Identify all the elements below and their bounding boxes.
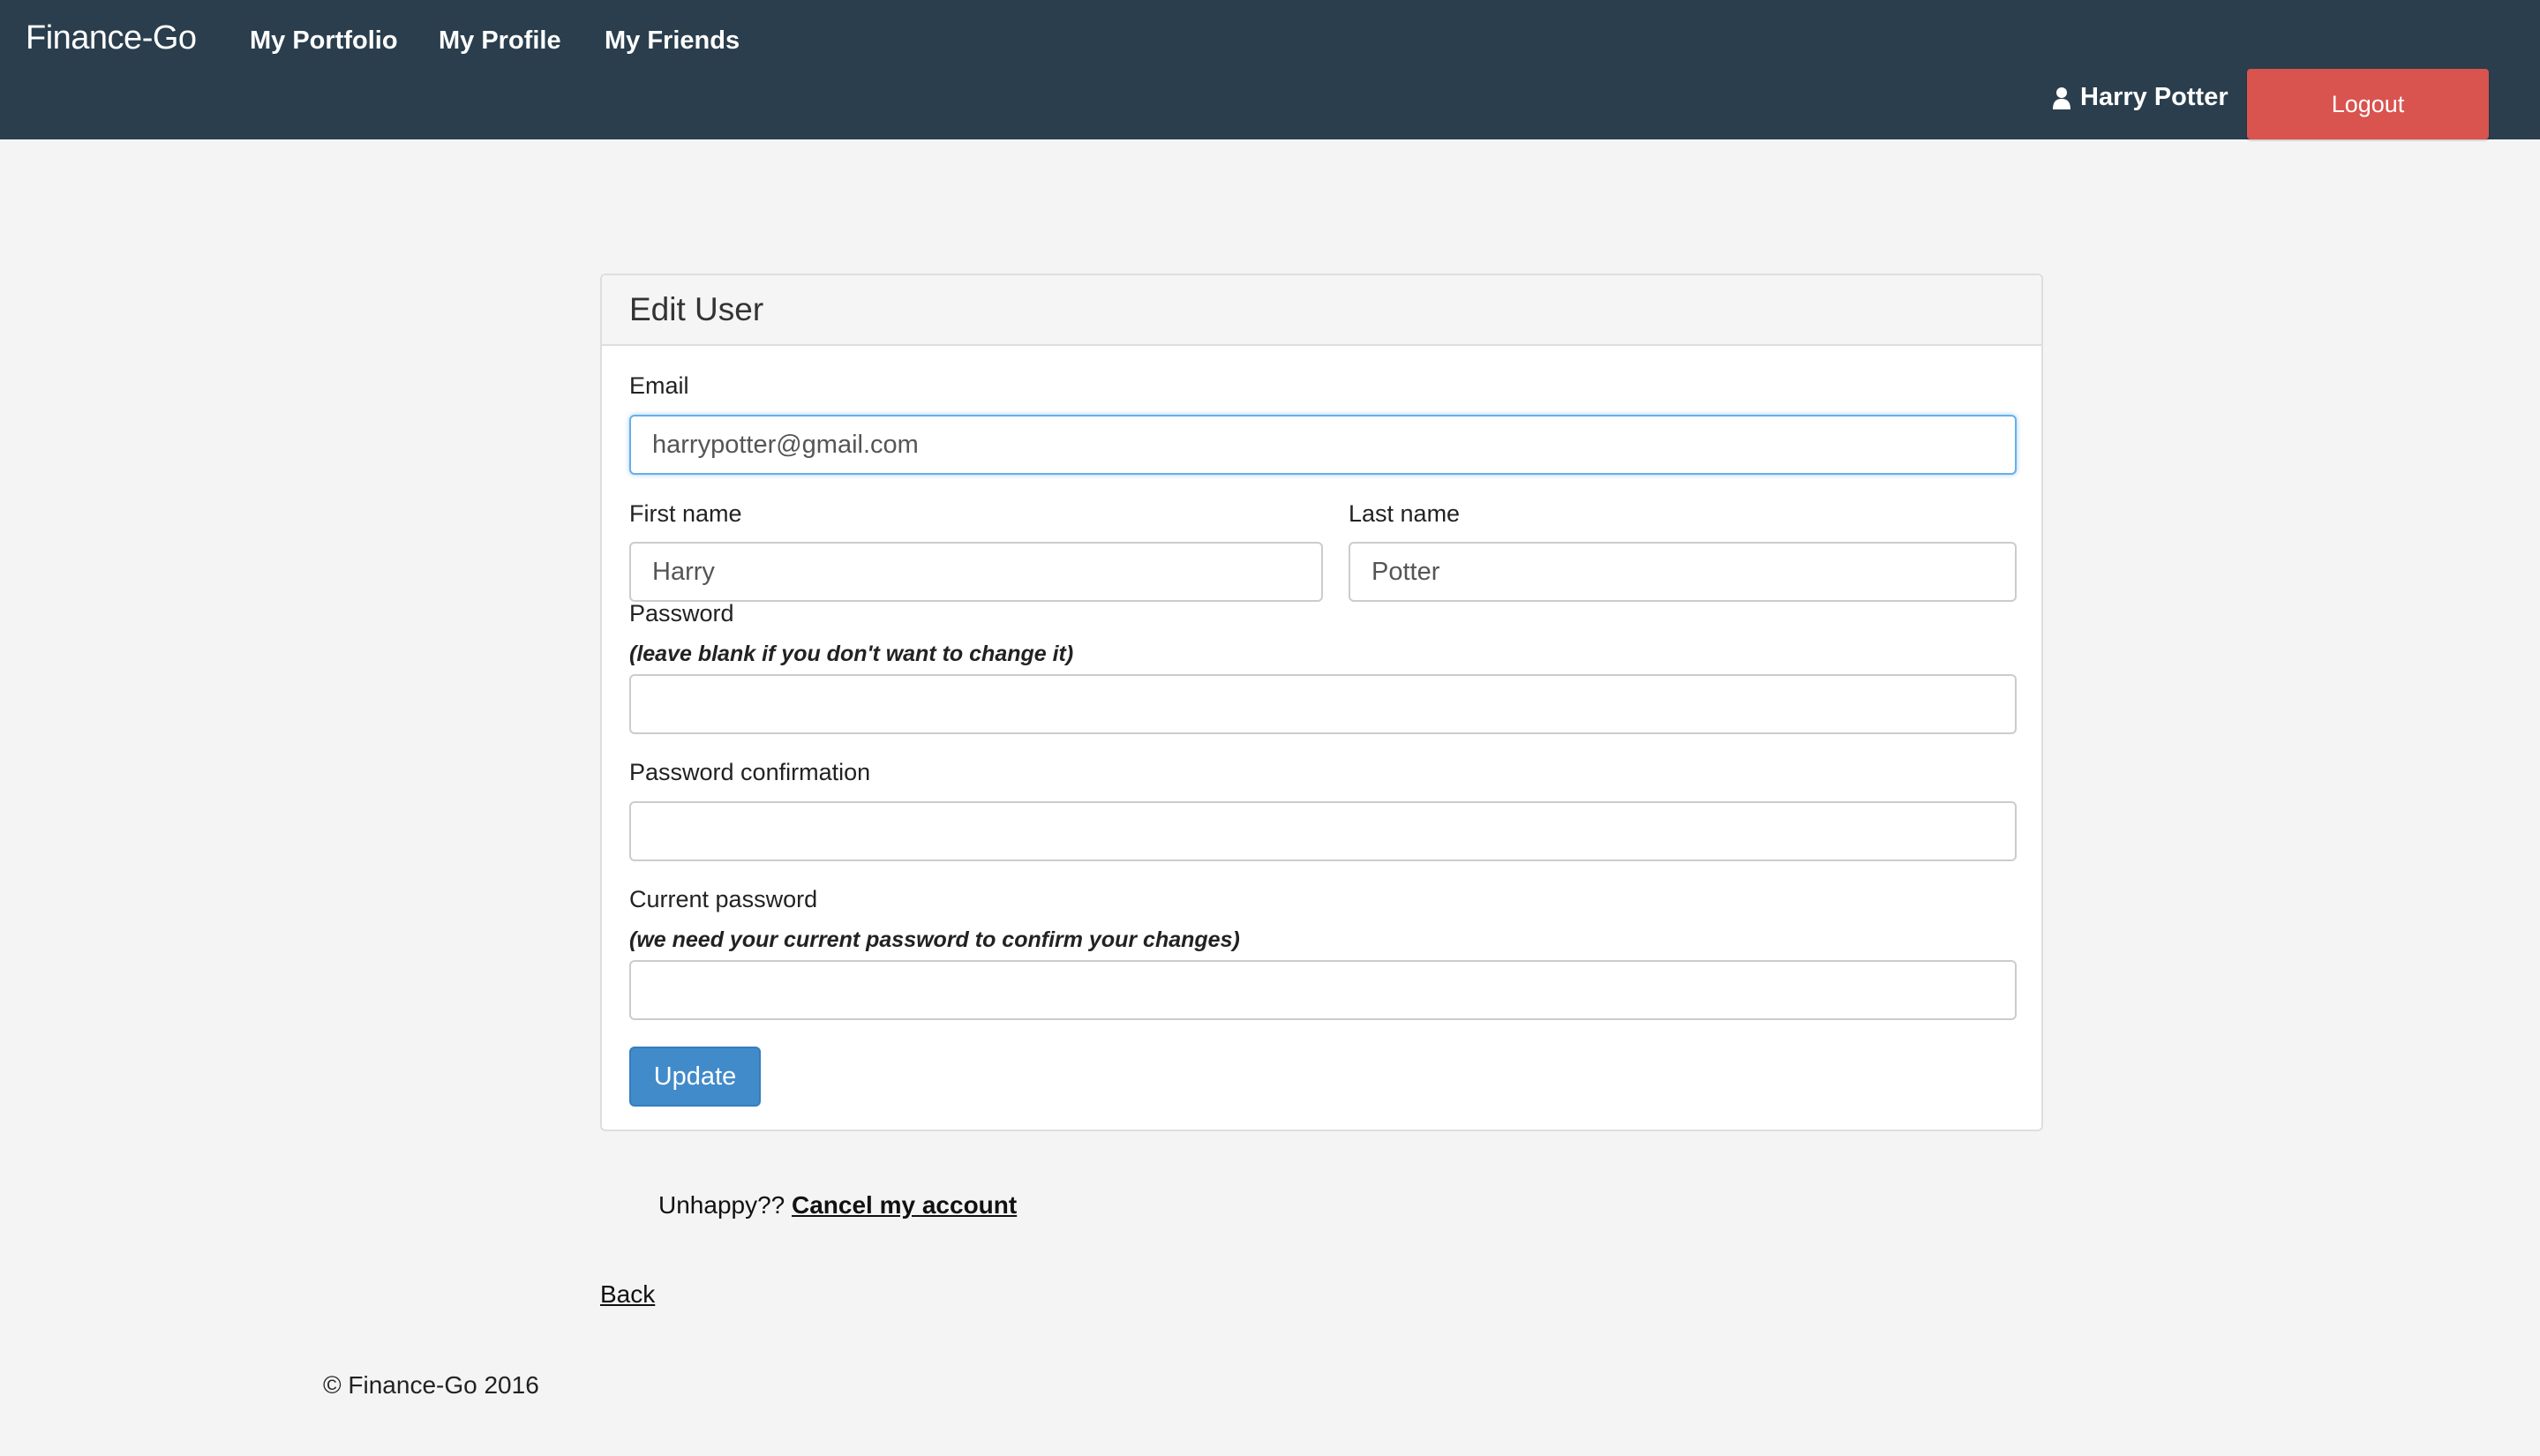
current-password-field[interactable]: [629, 960, 2017, 1020]
password-confirmation-field[interactable]: [629, 801, 2017, 861]
password-label: Password: [629, 600, 734, 627]
current-password-label: Current password: [629, 886, 818, 912]
user-name-label: Harry Potter: [2080, 83, 2228, 111]
edit-user-panel: Edit User Email First name Last name Pas…: [600, 274, 2043, 1131]
last-name-label: Last name: [1349, 500, 1461, 527]
panel-title: Edit User: [602, 275, 2041, 346]
logout-button[interactable]: Logout: [2247, 69, 2489, 139]
last-name-field[interactable]: [1349, 542, 2017, 602]
first-name-label: First name: [629, 500, 742, 527]
current-user: Harry Potter: [2052, 83, 2228, 112]
password-confirmation-label: Password confirmation: [629, 759, 871, 785]
back-link[interactable]: Back: [600, 1280, 655, 1309]
user-icon: [2053, 86, 2070, 109]
password-field[interactable]: [629, 674, 2017, 734]
cancel-account-link[interactable]: Cancel my account: [792, 1191, 1017, 1219]
nav-my-profile[interactable]: My Profile: [439, 26, 561, 56]
nav-my-friends[interactable]: My Friends: [605, 26, 740, 56]
email-label: Email: [629, 372, 689, 399]
password-hint: (leave blank if you don't want to change…: [629, 642, 1074, 666]
update-button[interactable]: Update: [629, 1047, 761, 1107]
first-name-field[interactable]: [629, 542, 1323, 602]
current-password-hint: (we need your current password to confir…: [629, 927, 1240, 952]
email-field[interactable]: [629, 415, 2017, 475]
cancel-prefix: Unhappy??: [658, 1191, 785, 1219]
cancel-account-line: Unhappy?? Cancel my account: [658, 1191, 1017, 1220]
nav-my-portfolio[interactable]: My Portfolio: [250, 26, 398, 56]
brand-logo[interactable]: Finance-Go: [26, 19, 197, 57]
footer-copyright: © Finance-Go 2016: [323, 1371, 539, 1399]
top-navbar: Finance-Go My Portfolio My Profile My Fr…: [0, 0, 2540, 139]
